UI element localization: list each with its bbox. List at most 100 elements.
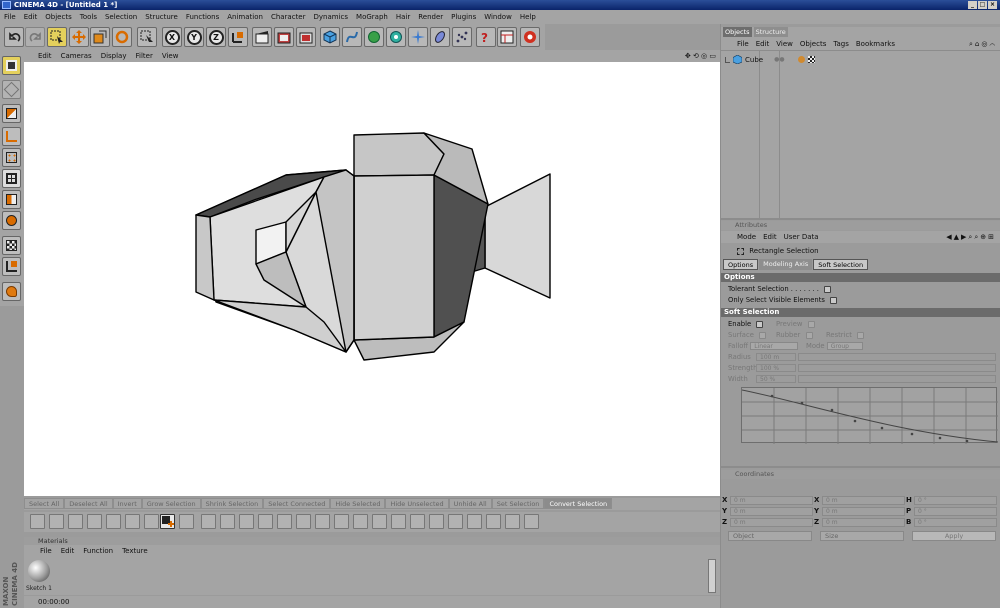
bevel-tool-button[interactable] bbox=[315, 514, 330, 529]
position-x-field[interactable]: 0 m bbox=[730, 496, 813, 505]
tab-modeling-axis[interactable]: Modeling Axis bbox=[759, 259, 813, 270]
menu-file[interactable]: File bbox=[4, 13, 16, 21]
materials-scrollbar[interactable] bbox=[708, 559, 716, 593]
array-button[interactable] bbox=[386, 27, 406, 47]
use-polygons-tool-button[interactable] bbox=[2, 190, 21, 209]
materials-menu-function[interactable]: Function bbox=[83, 547, 113, 555]
object-row-cube[interactable]: Cube ●● bbox=[725, 55, 815, 64]
material-name[interactable]: Sketch 1 bbox=[26, 585, 52, 592]
objects-menu-view[interactable]: View bbox=[776, 40, 793, 48]
set-point-value-button[interactable] bbox=[239, 514, 254, 529]
apply-button[interactable]: Apply bbox=[912, 531, 996, 541]
hide-selected-button[interactable]: Hide Selected bbox=[330, 498, 386, 509]
rubber-checkbox[interactable] bbox=[805, 331, 813, 339]
live-selection-button[interactable] bbox=[137, 27, 157, 47]
menu-window[interactable]: Window bbox=[484, 13, 512, 21]
line-cut-tool-button[interactable] bbox=[179, 514, 194, 529]
material-preview-sphere[interactable] bbox=[28, 560, 50, 582]
subdivide-button[interactable] bbox=[505, 514, 520, 529]
rotation-b-field[interactable]: 0 ° bbox=[914, 518, 997, 527]
surface-checkbox[interactable] bbox=[759, 331, 767, 339]
rotation-h-field[interactable]: 0 ° bbox=[914, 496, 997, 505]
position-z-field[interactable]: 0 m bbox=[730, 518, 813, 527]
objects-menu-tags[interactable]: Tags bbox=[833, 40, 849, 48]
tab-soft-selection[interactable]: Soft Selection bbox=[813, 259, 869, 270]
extrude-tool-button[interactable] bbox=[334, 514, 349, 529]
align-normals-button[interactable] bbox=[467, 514, 482, 529]
x-axis-button[interactable]: X bbox=[162, 27, 182, 47]
phong-tag-icon[interactable] bbox=[797, 56, 805, 63]
nurbs-button[interactable] bbox=[364, 27, 384, 47]
cube-primitive-button[interactable] bbox=[320, 27, 340, 47]
create-point-tool-button[interactable] bbox=[106, 514, 121, 529]
materials-menu-file[interactable]: File bbox=[40, 547, 52, 555]
horizontal-splitter[interactable] bbox=[721, 218, 1000, 220]
strength-slider[interactable] bbox=[798, 364, 996, 372]
objects-menu-edit[interactable]: Edit bbox=[756, 40, 770, 48]
attributes-menu-mode[interactable]: Mode bbox=[737, 233, 756, 241]
falloff-curve-graph[interactable] bbox=[741, 387, 999, 444]
brush-button[interactable] bbox=[2, 282, 21, 301]
knife-tool-button[interactable] bbox=[30, 514, 45, 529]
unhide-all-button[interactable]: Unhide All bbox=[448, 498, 492, 509]
use-model-tool-button[interactable] bbox=[2, 56, 21, 75]
menu-selection[interactable]: Selection bbox=[105, 13, 137, 21]
menu-hair[interactable]: Hair bbox=[396, 13, 410, 21]
undo-button[interactable] bbox=[4, 27, 24, 47]
attributes-menu-user-data[interactable]: User Data bbox=[784, 233, 819, 241]
size-mode-dropdown[interactable]: Size bbox=[820, 531, 904, 541]
texture-tag-icon[interactable] bbox=[807, 56, 815, 63]
mode-dropdown[interactable]: Group bbox=[826, 342, 863, 350]
size-z-field[interactable]: 0 m bbox=[822, 518, 905, 527]
render-view-button[interactable] bbox=[252, 27, 272, 47]
create-polygon-tool-button[interactable] bbox=[160, 514, 175, 529]
menu-plugins[interactable]: Plugins bbox=[451, 13, 476, 21]
smooth-shift-tool-button[interactable] bbox=[391, 514, 406, 529]
render-region-button[interactable] bbox=[274, 27, 294, 47]
menu-render[interactable]: Render bbox=[418, 13, 443, 21]
scale-button[interactable] bbox=[90, 27, 110, 47]
hide-unselected-button[interactable]: Hide Unselected bbox=[385, 498, 449, 509]
horizontal-splitter-2[interactable] bbox=[721, 466, 1000, 468]
spline-button[interactable] bbox=[342, 27, 362, 47]
triangulate-button[interactable] bbox=[524, 514, 539, 529]
reverse-normals-button[interactable] bbox=[486, 514, 501, 529]
visibility-dots-icon[interactable]: ●● bbox=[774, 56, 784, 63]
use-texture-tool-button[interactable] bbox=[2, 104, 21, 123]
menu-objects[interactable]: Objects bbox=[45, 13, 71, 21]
layout-button[interactable] bbox=[497, 27, 517, 47]
magnet-tool-button[interactable] bbox=[201, 514, 216, 529]
materials-menu-texture[interactable]: Texture bbox=[122, 547, 148, 555]
z-axis-button[interactable]: Z bbox=[206, 27, 226, 47]
close-hole-tool-button[interactable] bbox=[87, 514, 102, 529]
enable-snapping-button[interactable] bbox=[2, 236, 21, 255]
size-y-field[interactable]: 0 m bbox=[822, 507, 905, 516]
shrink-selection-button[interactable]: Shrink Selection bbox=[200, 498, 264, 509]
lifesaver-button[interactable] bbox=[520, 27, 540, 47]
position-y-field[interactable]: 0 m bbox=[730, 507, 813, 516]
menu-functions[interactable]: Functions bbox=[186, 13, 219, 21]
menu-tools[interactable]: Tools bbox=[80, 13, 97, 21]
scene-button[interactable] bbox=[430, 27, 450, 47]
normal-move-tool-button[interactable] bbox=[410, 514, 425, 529]
particle-button[interactable] bbox=[452, 27, 472, 47]
tab-objects[interactable]: Objects bbox=[723, 27, 752, 37]
coordinate-mode-dropdown[interactable]: Object bbox=[728, 531, 812, 541]
tab-options[interactable]: Options bbox=[723, 259, 759, 270]
viewport-menu-view[interactable]: View bbox=[162, 52, 179, 60]
restrict-checkbox[interactable] bbox=[857, 331, 865, 339]
rotate-button[interactable] bbox=[112, 27, 132, 47]
rectangle-selection-button[interactable] bbox=[47, 27, 67, 47]
deformer-button[interactable] bbox=[408, 27, 428, 47]
redo-button[interactable] bbox=[25, 27, 45, 47]
radius-slider[interactable] bbox=[798, 353, 996, 361]
matrix-extrude-tool-button[interactable] bbox=[372, 514, 387, 529]
width-field[interactable]: 50 % bbox=[756, 375, 796, 383]
convert-selection-button[interactable]: Convert Selection bbox=[544, 498, 613, 509]
edge-cut-tool-button[interactable] bbox=[125, 514, 140, 529]
object-name[interactable]: Cube bbox=[745, 56, 763, 64]
close-icon[interactable]: × bbox=[988, 1, 997, 9]
preview-checkbox[interactable] bbox=[807, 320, 815, 328]
width-slider[interactable] bbox=[798, 375, 996, 383]
use-object-tool-button[interactable] bbox=[2, 80, 21, 99]
